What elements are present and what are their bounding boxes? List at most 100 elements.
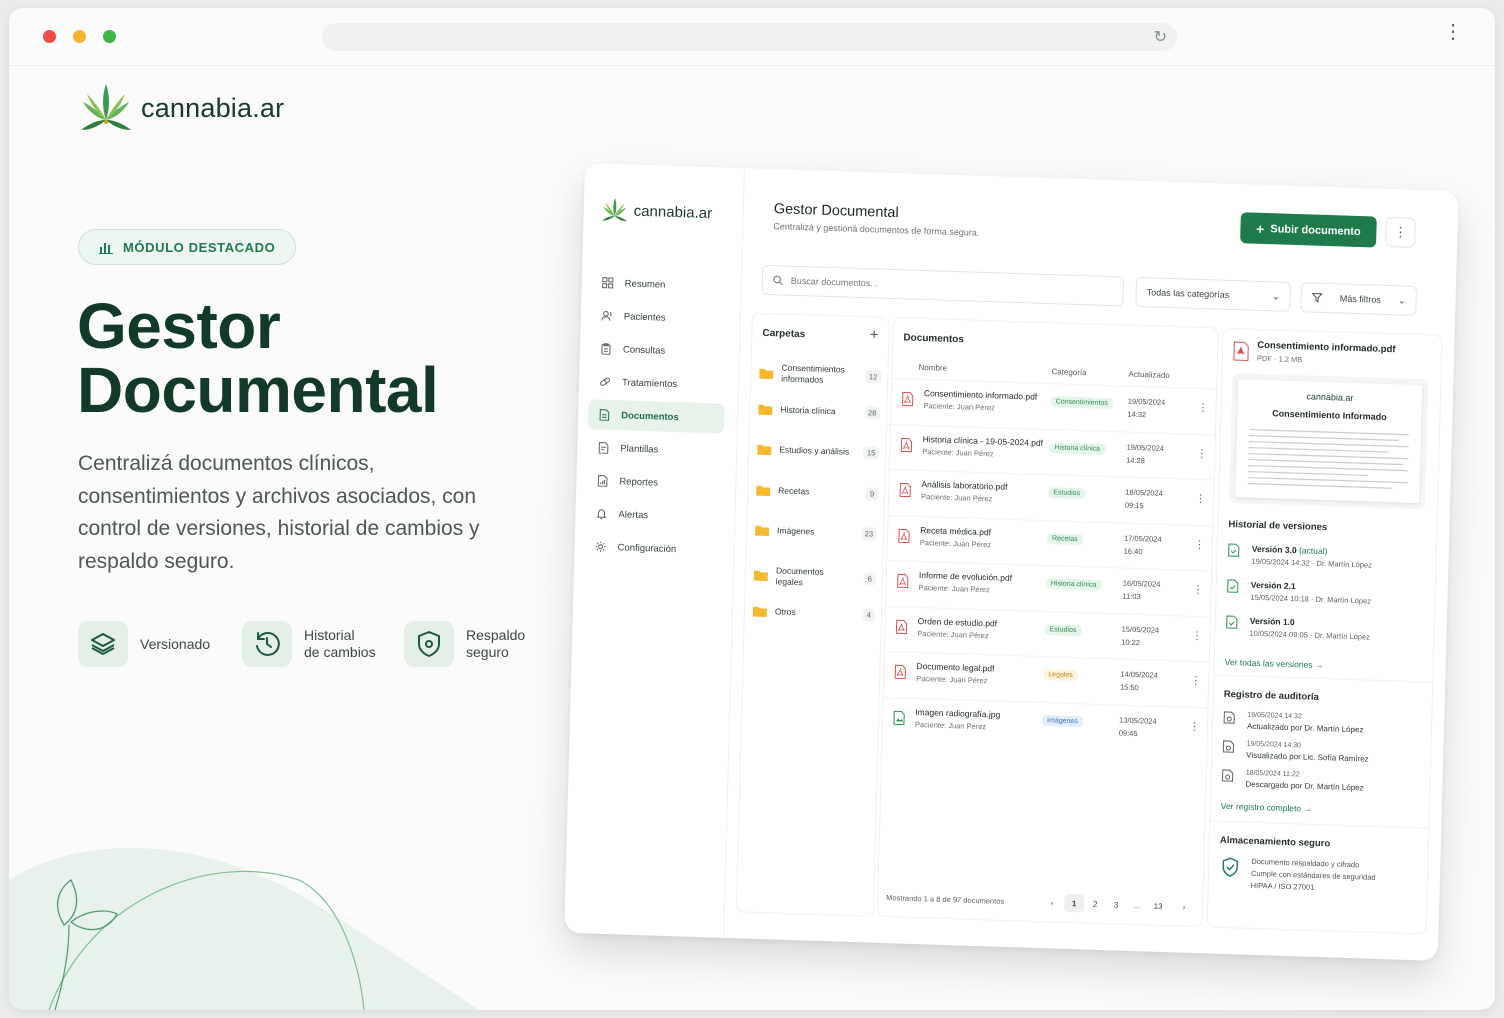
document-name[interactable]: Consentimiento informado.pdf (924, 388, 1038, 402)
document-time: 09:15 (1124, 500, 1144, 511)
folder-item[interactable]: Documentos legales 6 (753, 564, 877, 590)
document-date: 19/05/2024 (1127, 396, 1166, 407)
search-field[interactable] (761, 264, 1125, 307)
sidebar-item-plantillas[interactable]: Plantillas (587, 432, 724, 466)
folder-item[interactable]: Recetas 9 (756, 483, 879, 501)
sidebar-item-reportes[interactable]: Reportes (586, 465, 723, 499)
row-menu-icon[interactable]: ⋮ (1189, 719, 1200, 732)
cannabis-leaf-logo-icon (601, 197, 627, 222)
document-name[interactable]: Documento legal.pdf (916, 661, 994, 674)
document-name[interactable]: Orden de estudio.pdf (918, 615, 998, 628)
row-menu-icon[interactable]: ⋮ (1194, 537, 1205, 550)
row-menu-icon[interactable]: ⋮ (1195, 492, 1206, 505)
sidebar-item-resumen[interactable]: Resumen (591, 267, 728, 301)
column-header-name[interactable]: Nombre (918, 363, 947, 373)
document-name[interactable]: Imagen radiografía.jpg (915, 706, 1000, 719)
folder-item[interactable]: Historia clínica 28 (758, 402, 881, 420)
audit-title: Registro de auditoría (1223, 688, 1319, 703)
document-updated: 19/05/2024 14:32 (1127, 395, 1165, 422)
row-menu-icon[interactable]: ⋮ (1196, 446, 1207, 459)
sidebar-item-pacientes[interactable]: Pacientes (590, 300, 727, 334)
document-preview-thumbnail[interactable]: cannabia.ar Consentimiento Informado (1229, 373, 1429, 510)
version-item[interactable]: Versión 1.0 10/05/2024 09:05 · Dr. Martí… (1225, 615, 1370, 642)
document-patient: Paciente: Juan Pérez (919, 537, 992, 549)
page-button[interactable]: 13 (1148, 897, 1168, 916)
history-icon (242, 621, 292, 667)
feature-history-label-1: Historial (304, 627, 355, 643)
sidebar-item-alertas[interactable]: Alertas (585, 498, 722, 532)
browser-chrome: ↻ ⋮ (9, 8, 1495, 66)
view-full-audit-link[interactable]: Ver registro completo → (1221, 801, 1312, 814)
document-time: 09:45 (1118, 728, 1138, 738)
sidebar: cannabia.ar Resumen Pacientes Consultas Tra… (564, 163, 745, 938)
folder-item[interactable]: Estudios y análisis 15 (757, 443, 880, 460)
row-menu-icon[interactable]: ⋮ (1197, 401, 1208, 414)
folder-item[interactable]: Imágenes 23 (754, 524, 878, 541)
pdf-file-icon (894, 664, 906, 680)
document-updated: 13/05/2024 09:45 (1119, 713, 1157, 740)
view-all-versions-link[interactable]: Ver todas las versiones → (1225, 657, 1324, 670)
document-name[interactable]: Análisis laboratorio.pdf (921, 479, 1007, 492)
document-version-icon (1228, 543, 1240, 557)
document-name[interactable]: Historia clínica - 19-05-2024.pdf (923, 434, 1044, 448)
document-name[interactable]: Informe de evolución.pdf (919, 570, 1012, 583)
next-page-button[interactable]: › (1174, 897, 1194, 916)
search-input[interactable] (790, 275, 1091, 296)
prev-page-button[interactable]: ‹ (1042, 893, 1062, 912)
category-select[interactable]: Todas las categorías ⌄ (1135, 276, 1292, 312)
chevron-down-icon: ⌄ (1397, 294, 1406, 306)
version-item[interactable]: Versión 3.0 (actual) 19/05/2024 14:32 · D… (1227, 543, 1372, 570)
row-menu-icon[interactable]: ⋮ (1190, 674, 1201, 687)
version-item[interactable]: Versión 2.1 15/05/2024 10:18 · Dr. Martí… (1226, 579, 1371, 606)
folder-item[interactable]: Otros 4 (752, 605, 876, 622)
column-header-updated[interactable]: Actualizado (1128, 370, 1170, 380)
table-row[interactable]: Imagen radiografía.jpg Paciente: Juan Pér… (882, 696, 1208, 751)
browser-menu-icon[interactable]: ⋮ (1443, 22, 1463, 42)
folder-name: Recetas (778, 484, 810, 496)
report-icon (597, 475, 608, 487)
sidebar-item-documentos[interactable]: Documentos (587, 399, 725, 434)
folder-icon (754, 525, 770, 537)
page-button[interactable]: 1 (1063, 893, 1085, 913)
folder-name: Imágenes (776, 525, 815, 537)
more-filters-button[interactable]: Más filtros ⌄ (1300, 282, 1417, 316)
document-patient: Paciente: Juan Pérez (922, 446, 994, 458)
document-name[interactable]: Receta médica.pdf (920, 525, 991, 537)
reload-icon[interactable]: ↻ (1154, 27, 1167, 47)
filter-icon (1311, 293, 1323, 303)
upload-document-button[interactable]: + Subir documento (1240, 212, 1377, 248)
maximize-window-button[interactable] (103, 30, 116, 43)
row-menu-icon[interactable]: ⋮ (1191, 628, 1202, 641)
category-badge: Estudios (1044, 623, 1082, 636)
versions-title: Historial de versiones (1228, 518, 1328, 534)
decorative-leaf-background (9, 847, 479, 1010)
hero-brand-name: cannabia.ar (141, 92, 285, 123)
category-badge: Historia clínica (1049, 441, 1106, 455)
folder-item[interactable]: Consentimientos informados 12 (759, 362, 882, 388)
folder-count: 9 (865, 486, 879, 501)
preview-file-name: Consentimiento informado.pdf (1257, 339, 1396, 356)
grid-icon (602, 277, 614, 289)
document-updated: 19/05/2024 14:28 (1126, 440, 1164, 467)
preview-doc-brand: cannabia.ar (1306, 391, 1354, 403)
document-date: 18/05/2024 (1125, 487, 1163, 498)
column-header-category[interactable]: Categoría (1051, 367, 1086, 377)
more-options-button[interactable]: ⋮ (1385, 216, 1416, 248)
add-folder-icon[interactable]: + (869, 326, 878, 343)
bar-chart-icon (99, 242, 113, 254)
document-patient: Paciente: Juan Pérez (923, 401, 995, 413)
minimize-window-button[interactable] (73, 30, 86, 43)
row-menu-icon[interactable]: ⋮ (1193, 583, 1204, 596)
document-icon (599, 409, 610, 421)
page-button[interactable]: 3 (1106, 895, 1126, 914)
sidebar-item-consultas[interactable]: Consultas (590, 333, 727, 367)
address-bar[interactable]: ↻ (322, 23, 1177, 51)
pdf-file-icon (1233, 341, 1249, 362)
sidebar-item-label: Tratamientos (621, 376, 678, 390)
sidebar-item-configuracion[interactable]: Configuración (584, 531, 721, 565)
folder-icon (753, 570, 768, 582)
page-button[interactable]: 2 (1085, 895, 1105, 914)
folder-icon (756, 485, 771, 496)
sidebar-item-tratamientos[interactable]: Tratamientos (589, 366, 726, 400)
close-window-button[interactable] (43, 30, 56, 43)
